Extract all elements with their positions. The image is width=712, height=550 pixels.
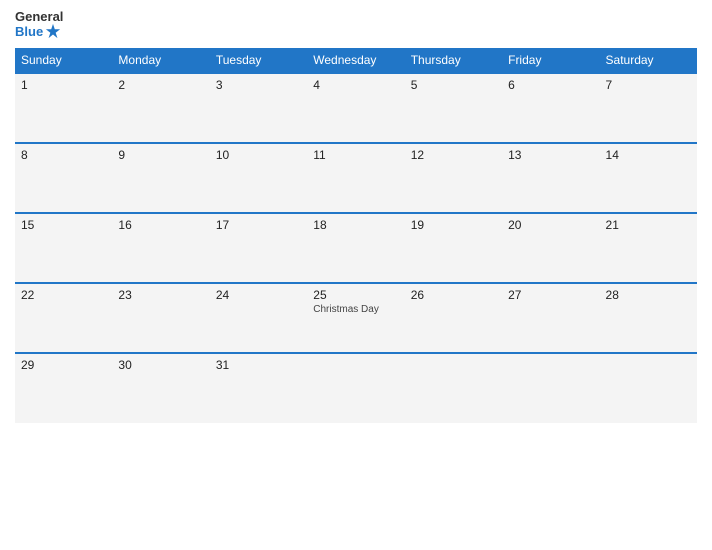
calendar-week-row: 15 16 17 18 19 20 21 (15, 213, 697, 283)
day-number: 26 (411, 288, 496, 302)
day-number: 5 (411, 78, 496, 92)
calendar-day-cell: 10 (210, 143, 307, 213)
day-number: 1 (21, 78, 106, 92)
day-number: 7 (606, 78, 691, 92)
calendar-table: Sunday Monday Tuesday Wednesday Thursday… (15, 48, 697, 423)
calendar-day-cell: 13 (502, 143, 599, 213)
calendar-day-cell: 15 (15, 213, 112, 283)
day-number: 19 (411, 218, 496, 232)
calendar-container: General Blue Sunday Monday Tuesday Wedne… (0, 0, 712, 550)
calendar-day-cell: 7 (600, 73, 697, 143)
calendar-week-row: 29 30 31 (15, 353, 697, 423)
header-wednesday: Wednesday (307, 48, 404, 73)
day-number: 2 (118, 78, 203, 92)
day-number: 15 (21, 218, 106, 232)
day-number: 18 (313, 218, 398, 232)
day-number: 31 (216, 358, 301, 372)
day-number: 12 (411, 148, 496, 162)
day-number: 10 (216, 148, 301, 162)
day-number: 9 (118, 148, 203, 162)
logo-general-text: General (15, 10, 63, 24)
day-number: 8 (21, 148, 106, 162)
day-number: 16 (118, 218, 203, 232)
day-number: 20 (508, 218, 593, 232)
calendar-day-cell: 3 (210, 73, 307, 143)
calendar-day-cell: 30 (112, 353, 209, 423)
calendar-day-cell: 25 Christmas Day (307, 283, 404, 353)
calendar-day-cell: 8 (15, 143, 112, 213)
calendar-day-cell: 20 (502, 213, 599, 283)
calendar-day-cell: 29 (15, 353, 112, 423)
calendar-week-row: 89 10 11 12 13 14 (15, 143, 697, 213)
calendar-day-cell: 18 (307, 213, 404, 283)
day-number: 30 (118, 358, 203, 372)
calendar-day-cell (502, 353, 599, 423)
calendar-day-cell: 31 (210, 353, 307, 423)
header-monday: Monday (112, 48, 209, 73)
calendar-day-cell (600, 353, 697, 423)
weekday-header-row: Sunday Monday Tuesday Wednesday Thursday… (15, 48, 697, 73)
day-number: 11 (313, 148, 398, 162)
calendar-day-cell: 23 (112, 283, 209, 353)
calendar-day-cell: 24 (210, 283, 307, 353)
day-number: 28 (606, 288, 691, 302)
calendar-day-cell: 12 (405, 143, 502, 213)
calendar-day-cell: 1 (15, 73, 112, 143)
header-tuesday: Tuesday (210, 48, 307, 73)
day-number: 24 (216, 288, 301, 302)
logo: General Blue (15, 10, 63, 40)
day-number: 6 (508, 78, 593, 92)
holiday-name: Christmas Day (313, 304, 398, 315)
calendar-week-row: 1234567 (15, 73, 697, 143)
calendar-day-cell: 9 (112, 143, 209, 213)
day-number: 21 (606, 218, 691, 232)
day-number: 27 (508, 288, 593, 302)
calendar-day-cell: 28 (600, 283, 697, 353)
calendar-day-cell: 2 (112, 73, 209, 143)
calendar-day-cell: 5 (405, 73, 502, 143)
logo-flag-icon (45, 23, 61, 39)
day-number: 23 (118, 288, 203, 302)
day-number: 29 (21, 358, 106, 372)
calendar-week-row: 22 23 24 25 Christmas Day 26 27 28 (15, 283, 697, 353)
header-thursday: Thursday (405, 48, 502, 73)
calendar-day-cell: 22 (15, 283, 112, 353)
header-friday: Friday (502, 48, 599, 73)
day-number: 25 (313, 288, 398, 302)
calendar-day-cell (405, 353, 502, 423)
calendar-day-cell: 17 (210, 213, 307, 283)
calendar-day-cell: 27 (502, 283, 599, 353)
day-number: 17 (216, 218, 301, 232)
header-sunday: Sunday (15, 48, 112, 73)
calendar-day-cell: 21 (600, 213, 697, 283)
day-number: 13 (508, 148, 593, 162)
calendar-day-cell (307, 353, 404, 423)
day-number: 22 (21, 288, 106, 302)
calendar-day-cell: 19 (405, 213, 502, 283)
calendar-day-cell: 14 (600, 143, 697, 213)
logo-blue-text: Blue (15, 24, 61, 40)
calendar-header: General Blue (15, 10, 697, 40)
calendar-day-cell: 16 (112, 213, 209, 283)
day-number: 3 (216, 78, 301, 92)
calendar-body: 1234567891011121314151617181920212223242… (15, 73, 697, 423)
day-number: 4 (313, 78, 398, 92)
calendar-day-cell: 11 (307, 143, 404, 213)
day-number: 14 (606, 148, 691, 162)
calendar-day-cell: 26 (405, 283, 502, 353)
header-saturday: Saturday (600, 48, 697, 73)
calendar-day-cell: 6 (502, 73, 599, 143)
calendar-day-cell: 4 (307, 73, 404, 143)
